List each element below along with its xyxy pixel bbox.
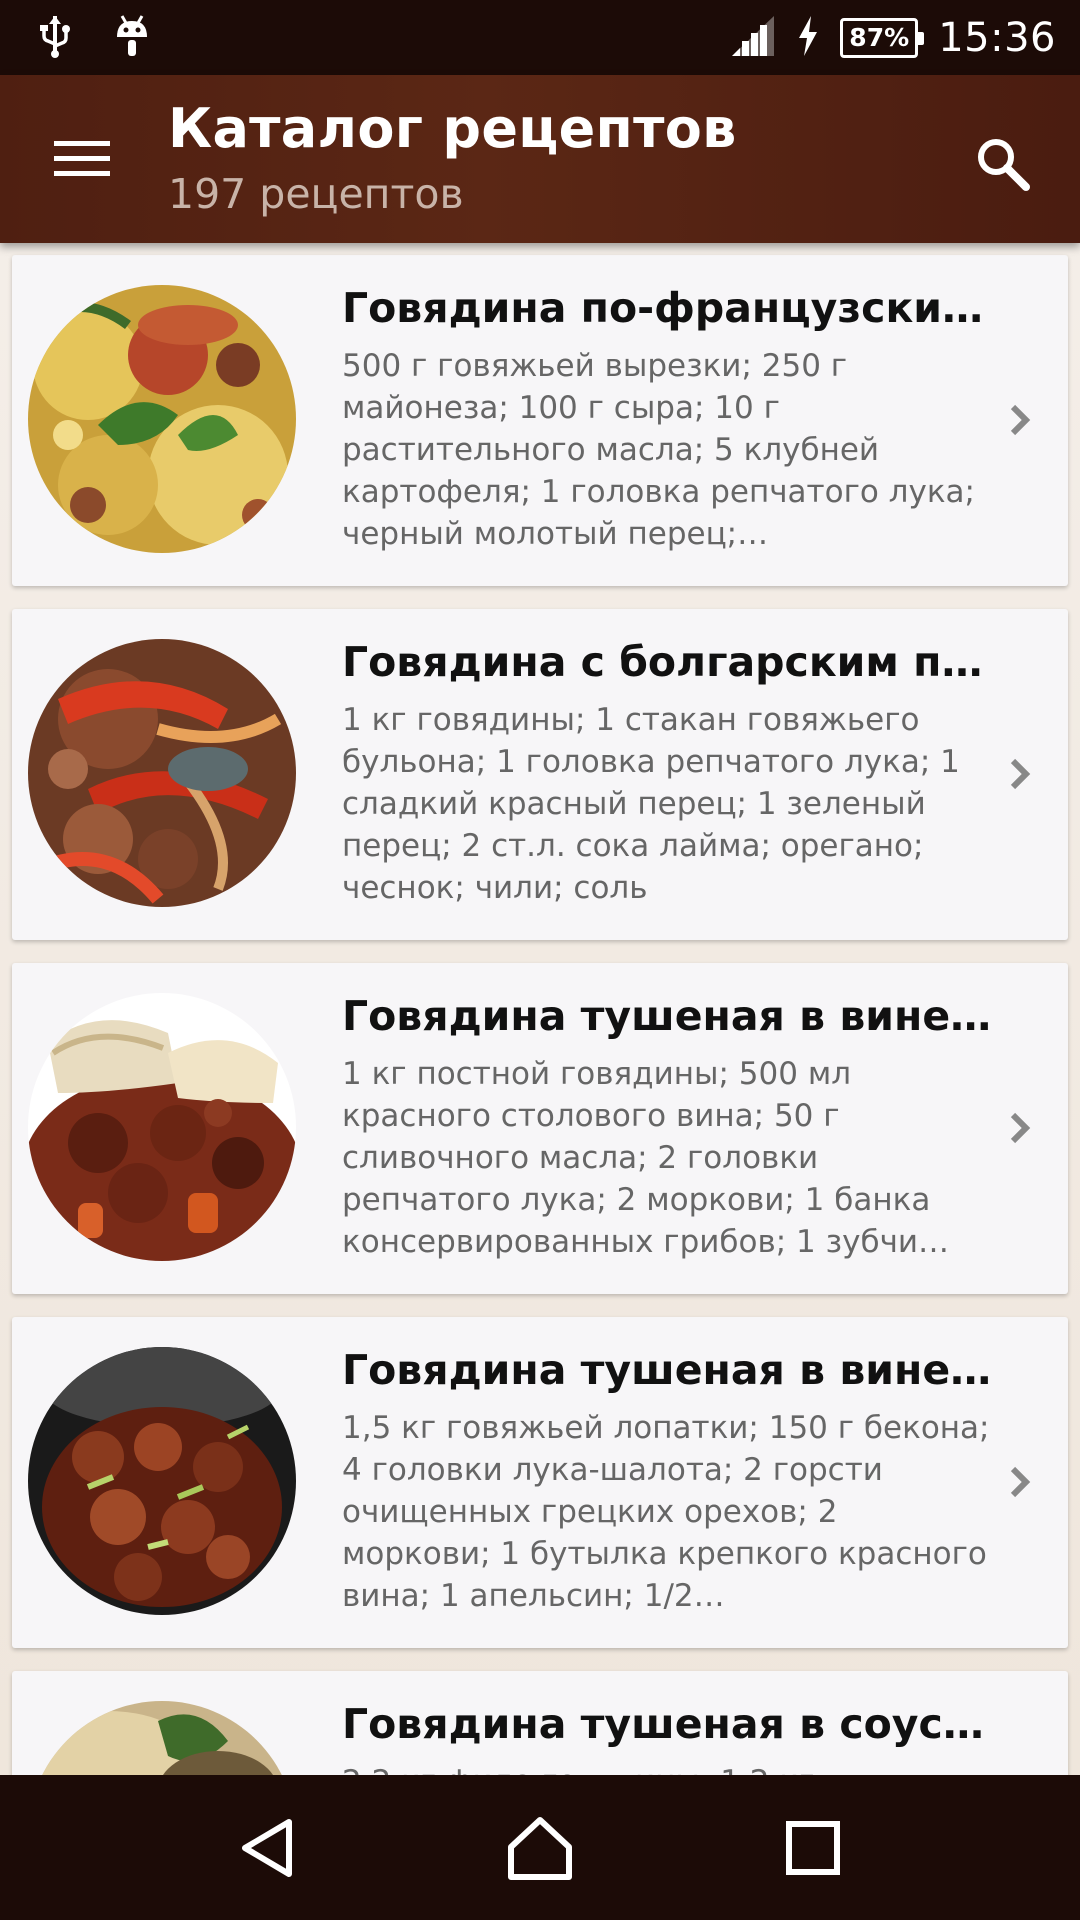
recipe-text: Говядина тушеная в соусе… 2,2 кг филе го…	[342, 1695, 992, 1775]
recents-square-icon	[786, 1820, 841, 1875]
home-icon	[507, 1816, 572, 1880]
page-title: Каталог рецептов	[168, 97, 737, 160]
recipe-ingredients: 1 кг говядины; 1 стакан говяжьего бульон…	[342, 702, 960, 906]
chevron-right-icon	[1000, 749, 1040, 799]
recipe-card[interactable]: Говядина с болгарским пе… 1 кг говядины;…	[12, 609, 1068, 940]
battery-level: 87%	[849, 23, 910, 52]
status-left-icons	[38, 13, 150, 63]
recipe-title: Говядина тушеная в вине…	[342, 992, 992, 1040]
recipe-title: Говядина с болгарским пе…	[342, 638, 992, 686]
beef-stewed-wine-walnuts-photo	[28, 1347, 296, 1615]
usb-icon	[38, 14, 72, 62]
search-icon	[978, 139, 1030, 191]
charging-icon	[796, 14, 820, 62]
recipe-count: 197 рецептов	[168, 170, 464, 218]
recipe-card[interactable]: Говядина по-французски… 500 г говяжьей в…	[12, 255, 1068, 586]
chevron-right-icon	[1000, 1103, 1040, 1153]
recipe-title: Говядина по-французски…	[342, 284, 984, 332]
recipe-text: Говядина тушеная в вине… 1,5 кг говяжьей…	[342, 1341, 992, 1617]
recipe-ingredients: 500 г говяжьей вырезки; 250 г майонеза; …	[342, 348, 976, 552]
recipe-ingredients: 1,5 кг говяжьей лопатки; 150 г бекона; 4…	[342, 1410, 990, 1614]
status-right-icons: 87% 15:36	[730, 14, 1056, 62]
recipe-text: Говядина с болгарским пе… 1 кг говядины;…	[342, 633, 992, 909]
hamburger-menu-icon	[54, 141, 110, 176]
recipe-title: Говядина тушеная в соусе…	[342, 1700, 992, 1748]
android-debug-icon	[114, 13, 150, 63]
recipe-text: Говядина тушеная в вине… 1 кг постной го…	[342, 987, 992, 1263]
back-triangle-icon	[241, 1818, 292, 1877]
recipe-ingredients: 2,2 кг филе говядины; 1,2 кг…	[342, 1761, 992, 1775]
search-button[interactable]	[962, 123, 1042, 203]
home-button[interactable]	[495, 1803, 585, 1893]
battery-icon: 87%	[840, 17, 925, 58]
back-button[interactable]	[222, 1803, 312, 1893]
beef-french-style-photo	[28, 285, 296, 553]
beef-bell-pepper-photo	[28, 639, 296, 907]
app-bar-title-block: Каталог рецептов 197 рецептов	[168, 97, 737, 218]
recipe-text: Говядина по-французски… 500 г говяжьей в…	[342, 279, 992, 555]
status-bar: 87% 15:36	[0, 0, 1080, 75]
status-time: 15:36	[938, 14, 1056, 61]
recipe-card[interactable]: Говядина тушеная в вине… 1 кг постной го…	[12, 963, 1068, 1294]
app-bar: Каталог рецептов 197 рецептов	[0, 75, 1080, 243]
signal-icon	[730, 14, 776, 62]
recipe-card[interactable]: Говядина тушеная в соусе… 2,2 кг филе го…	[12, 1671, 1068, 1775]
system-nav-bar	[0, 1775, 1080, 1920]
recipe-title: Говядина тушеная в вине…	[342, 1346, 992, 1394]
recents-button[interactable]	[768, 1803, 858, 1893]
recipe-list[interactable]: Говядина по-французски… 500 г говяжьей в…	[0, 243, 1080, 1775]
recipe-ingredients: 1 кг постной говядины; 500 мл красного с…	[342, 1056, 950, 1260]
hamburger-menu-button[interactable]	[50, 131, 114, 187]
recipe-card[interactable]: Говядина тушеная в вине… 1,5 кг говяжьей…	[12, 1317, 1068, 1648]
chevron-right-icon	[1000, 1457, 1040, 1507]
beef-stewed-wine-photo	[28, 993, 296, 1261]
chevron-right-icon	[1000, 395, 1040, 445]
beef-stewed-sauce-photo	[28, 1701, 296, 1775]
